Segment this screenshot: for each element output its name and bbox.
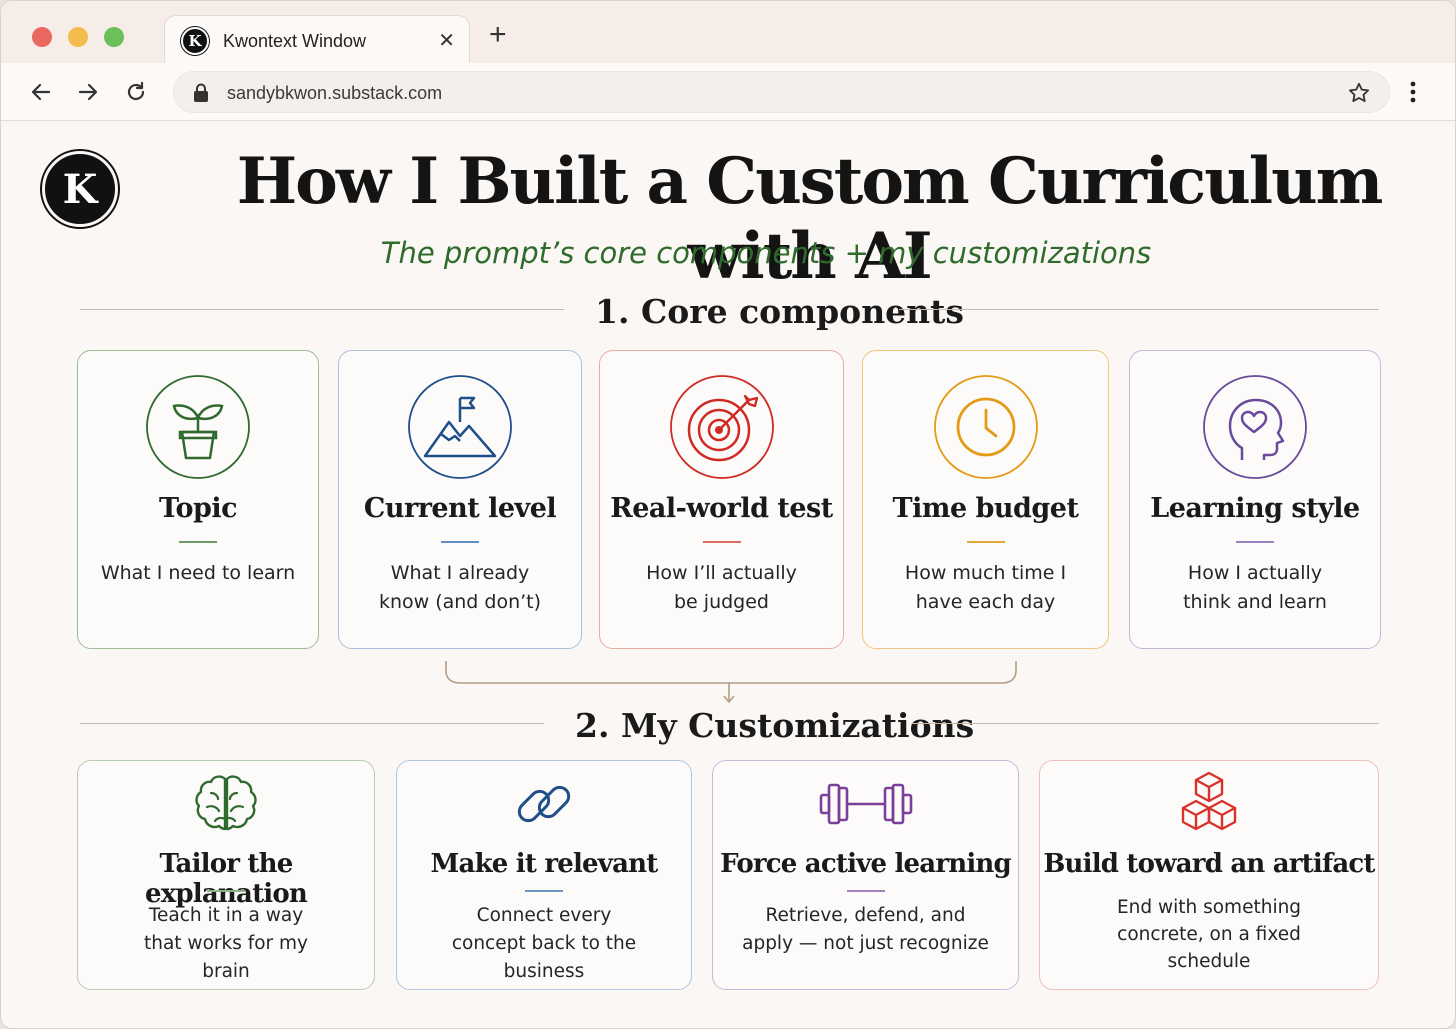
card-title: Make it relevant	[430, 849, 659, 879]
card-description: How much time I have each day	[904, 562, 1067, 613]
card-description: How I actually think and learn	[1183, 562, 1327, 613]
brain-icon	[193, 773, 259, 842]
close-window-button[interactable]	[32, 27, 52, 47]
tab-favicon-icon: K	[181, 27, 209, 55]
reload-button[interactable]	[121, 77, 151, 107]
custom-card-active-learning: Force active learning Retrieve, defend, …	[712, 760, 1019, 990]
card-description: Retrieve, defend, and apply — not just r…	[742, 905, 989, 954]
card-title: Learning style	[1150, 493, 1360, 524]
forward-arrow-icon	[78, 83, 98, 101]
card-title: Time budget	[892, 493, 1079, 524]
site-logo[interactable]: K	[42, 151, 118, 227]
tab-close-icon[interactable]: ✕	[438, 28, 455, 53]
card-divider	[179, 541, 217, 543]
bracket-arrow-icon	[445, 661, 1017, 703]
mountain-flag-icon	[407, 374, 513, 485]
card-description: Connect every concept back to the busine…	[451, 905, 637, 982]
section-rule-left	[80, 723, 544, 724]
card-divider	[846, 890, 885, 892]
core-section-heading: 1. Core components	[595, 292, 964, 331]
browser-toolbar: sandybkwon.substack.com	[1, 63, 1455, 121]
card-divider	[525, 890, 563, 892]
plant-icon	[145, 374, 251, 485]
target-icon	[669, 374, 775, 485]
card-description: End with something concrete, on a fixed …	[1116, 897, 1302, 972]
new-tab-button[interactable]: +	[489, 20, 507, 50]
back-button[interactable]	[26, 77, 56, 107]
page-title: How I Built a Custom Curriculum with AI	[236, 144, 1384, 294]
blocks-icon	[1176, 769, 1242, 846]
reload-icon	[127, 81, 145, 101]
custom-card-tailor: Tailor the explanation Teach it in a way…	[77, 760, 375, 990]
dumbbell-icon	[819, 777, 913, 836]
card-description: Teach it in a way that works for my brai…	[143, 905, 309, 982]
forward-button[interactable]	[73, 77, 103, 107]
tab-strip: K Kwontext Window ✕ +	[1, 1, 1455, 64]
card-divider	[207, 890, 245, 892]
bookmark-star-icon[interactable]	[1347, 81, 1371, 105]
section-rule-left	[80, 309, 564, 310]
tab-title: Kwontext Window	[223, 31, 367, 51]
clock-icon	[933, 374, 1039, 485]
minimize-window-button[interactable]	[68, 27, 88, 47]
core-card-time-budget: Time budget How much time I have each da…	[862, 350, 1109, 649]
back-arrow-icon	[31, 83, 51, 101]
card-divider	[966, 541, 1005, 543]
core-card-learning-style: Learning style How I actually think and …	[1129, 350, 1381, 649]
card-title: Topic	[158, 493, 238, 524]
card-divider	[441, 541, 479, 543]
card-description: What I already know (and don’t)	[378, 562, 542, 613]
section-rule-right	[911, 723, 1379, 724]
lock-icon	[194, 83, 208, 102]
browser-tab[interactable]: K Kwontext Window ✕	[164, 15, 470, 64]
maximize-window-button[interactable]	[104, 27, 124, 47]
browser-window: K Kwontext Window ✕ + sandybkwon.substac…	[0, 0, 1456, 1029]
browser-menu-icon[interactable]	[1409, 81, 1417, 105]
card-title: Current level	[363, 493, 557, 524]
card-title: Force active learning	[720, 849, 1012, 879]
head-heart-icon	[1202, 374, 1308, 485]
card-divider	[1236, 541, 1274, 543]
card-title: Real-world test	[610, 493, 833, 524]
card-description: What I need to learn	[100, 562, 296, 584]
page-subtitle: The prompt’s core components + my custom…	[380, 236, 1152, 270]
card-divider	[702, 541, 741, 543]
core-card-current-level: Current level What I already know (and d…	[338, 350, 582, 649]
section-rule-right	[899, 309, 1379, 310]
url-text: sandybkwon.substack.com	[227, 83, 443, 103]
core-card-real-world-test: Real-world test How I’ll actually be jud…	[599, 350, 844, 649]
address-bar[interactable]: sandybkwon.substack.com	[173, 71, 1390, 113]
page-content: K How I Built a Custom Curriculum with A…	[1, 122, 1455, 1028]
card-description: How I’ll actually be judged	[646, 562, 797, 613]
card-title: Build toward an artifact	[1043, 849, 1375, 879]
core-card-topic: Topic What I need to learn	[77, 350, 319, 649]
link-icon	[511, 771, 577, 842]
custom-card-relevant: Make it relevant Connect every concept b…	[396, 760, 692, 990]
card-title: Tailor the explanation	[144, 849, 308, 909]
custom-card-artifact: Build toward an artifact End with someth…	[1039, 760, 1379, 990]
customizations-section-heading: 2. My Customizations	[575, 706, 975, 745]
